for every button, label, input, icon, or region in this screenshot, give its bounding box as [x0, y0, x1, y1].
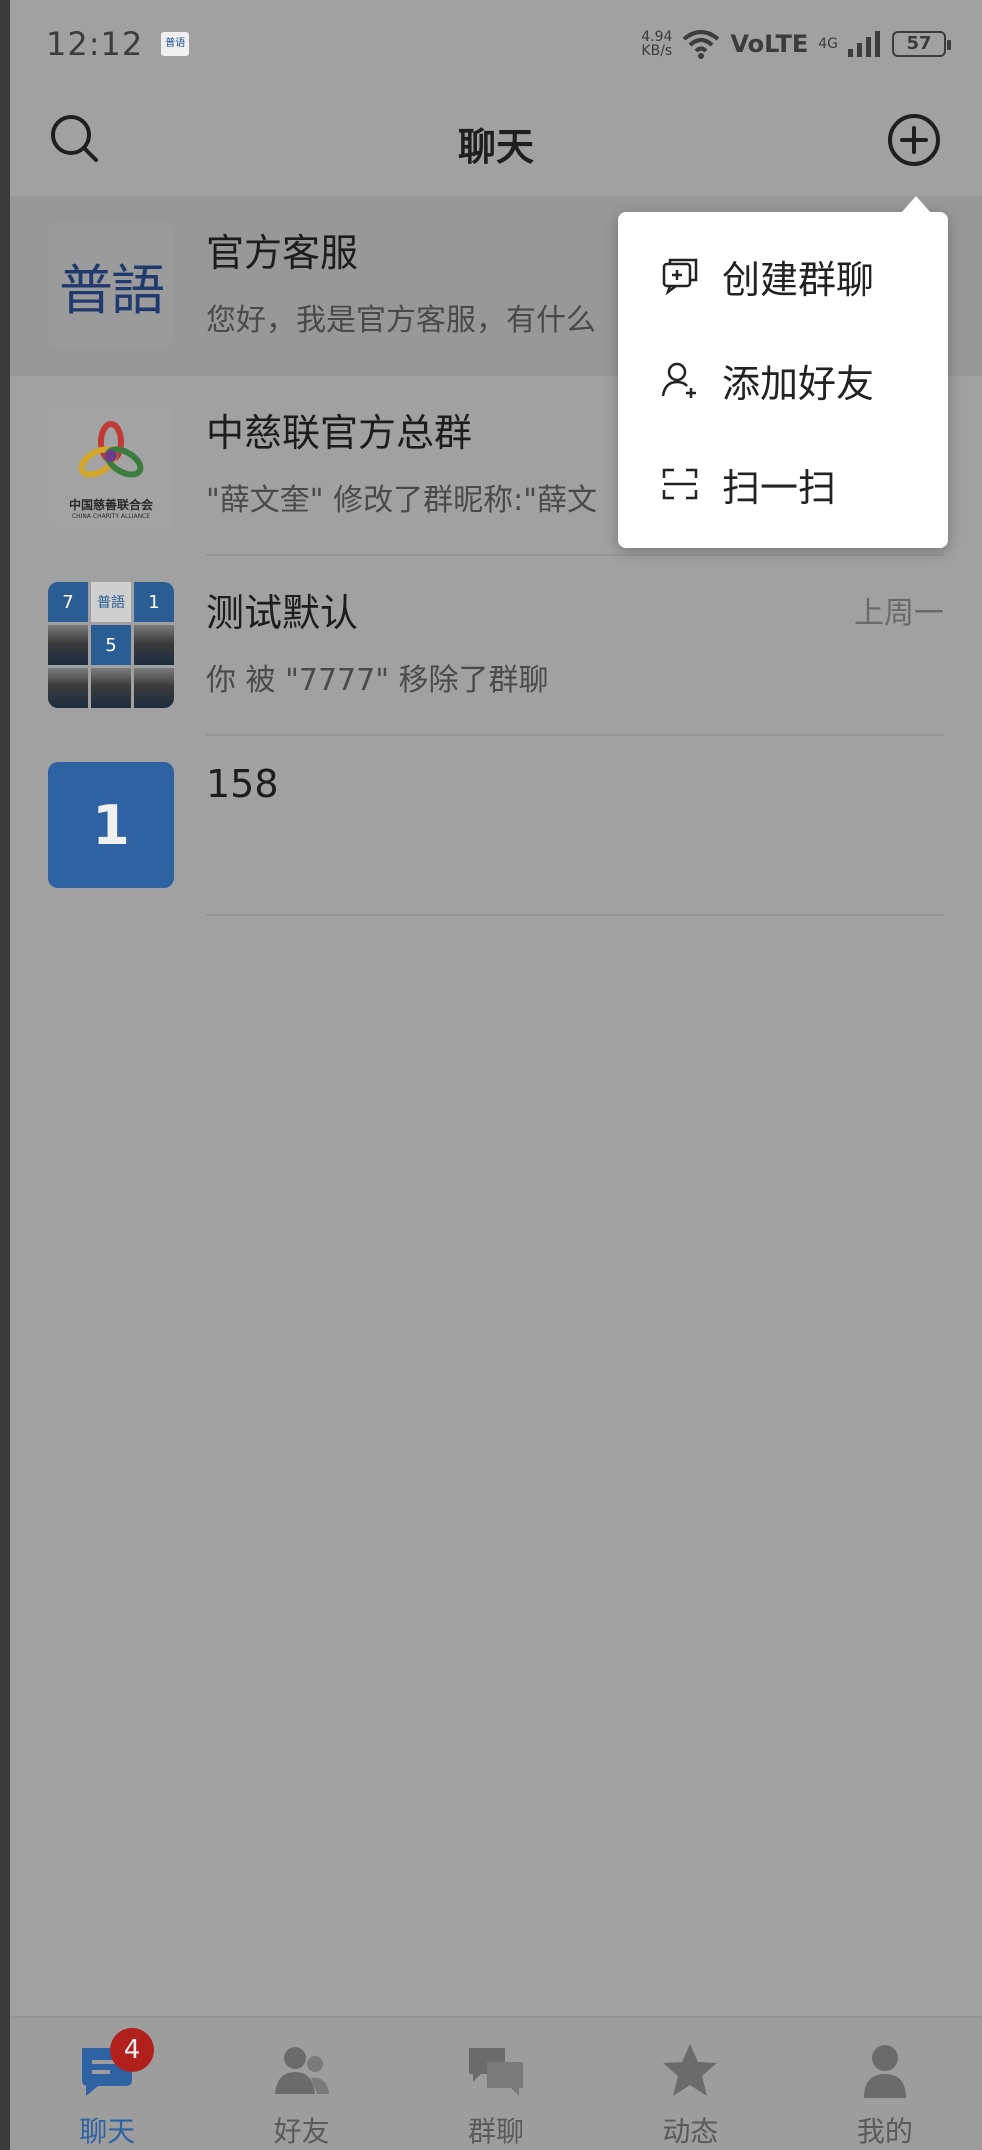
net-speed: 4.94 KB/s	[641, 30, 672, 58]
app-screen: 12:12 普语 4.94 KB/s VoLTE 4G 57 聊天 普語 官方客…	[10, 0, 982, 2150]
add-popup-menu: 创建群聊 添加好友 扫一扫	[618, 196, 948, 548]
chat-body: 测试默认 你 被 "7777" 移除了群聊 上周一	[206, 582, 944, 736]
avatar-text-cn: 中国慈善联合会	[68, 498, 153, 512]
avatar-text: 1	[92, 793, 130, 857]
avatar: 1	[48, 762, 174, 888]
menu-item-add-friend[interactable]: 添加好友	[618, 328, 948, 432]
charity-logo-icon	[78, 421, 144, 478]
volte-label: VoLTE	[730, 30, 809, 58]
friends-icon	[274, 2047, 329, 2094]
tab-friends[interactable]: 好友	[204, 2018, 398, 2150]
star-icon	[663, 2044, 718, 2096]
tab-me[interactable]: 我的	[788, 2018, 982, 2150]
avatar-photo	[48, 625, 88, 665]
avatar-text-en: CHINA CHARITY ALLIANCE	[71, 513, 151, 520]
signal-icon	[848, 31, 880, 57]
tab-label: 聊天	[79, 2115, 136, 2148]
wifi-icon	[683, 30, 720, 59]
status-time: 12:12	[46, 25, 144, 63]
create-group-icon	[662, 258, 698, 296]
tab-moments[interactable]: 动态	[593, 2018, 787, 2150]
chat-item-158[interactable]: 1 158	[10, 736, 982, 916]
add-friend-icon	[661, 362, 696, 398]
unread-badge: 4	[110, 2028, 154, 2072]
chat-body: 158	[206, 762, 944, 916]
chat-item-test-default[interactable]: 7 普語 1 5 测试默认 你 被 "7777" 移除了群聊 上周一	[10, 556, 982, 736]
avatar-photo	[48, 668, 88, 708]
menu-label: 添加好友	[722, 361, 875, 406]
avatar-cell: 1	[134, 582, 174, 622]
status-bar: 12:12 普语 4.94 KB/s VoLTE 4G 57	[10, 0, 982, 88]
menu-item-create-group[interactable]: 创建群聊	[618, 224, 948, 328]
avatar-cell: 5	[91, 625, 131, 665]
tab-label: 好友	[273, 2115, 330, 2148]
plus-circle-icon	[888, 114, 940, 166]
tab-label: 群聊	[468, 2115, 525, 2148]
app-header: 聊天	[10, 88, 982, 198]
bottom-tab-bar: 4 聊天 好友 群聊 动态 我的	[10, 2016, 982, 2150]
tab-chat[interactable]: 4 聊天	[10, 2018, 204, 2150]
avatar-text: 普語	[59, 258, 165, 322]
avatar-cell: 普語	[91, 582, 131, 622]
battery-indicator: 57	[892, 31, 951, 57]
network-gen: 4G	[818, 36, 838, 52]
avatar-photo	[91, 668, 131, 708]
chat-name: 测试默认	[206, 591, 359, 635]
add-menu-button[interactable]	[886, 112, 942, 168]
avatar-photo	[134, 625, 174, 665]
page-title: 聊天	[457, 124, 534, 169]
menu-item-scan[interactable]: 扫一扫	[618, 432, 948, 536]
search-icon	[51, 115, 98, 162]
avatar: 中国慈善联合会 CHINA CHARITY ALLIANCE	[48, 402, 174, 528]
chat-preview: 你 被 "7777" 移除了群聊	[206, 663, 549, 698]
tab-label: 我的	[856, 2115, 913, 2148]
net-speed-unit: KB/s	[641, 43, 673, 59]
menu-label: 扫一扫	[722, 465, 837, 510]
chat-name: 158	[206, 762, 279, 806]
search-button[interactable]	[48, 112, 104, 168]
group-chat-icon	[469, 2048, 524, 2096]
avatar-photo	[134, 668, 174, 708]
profile-icon	[863, 2045, 906, 2098]
avatar: 普語	[48, 222, 174, 348]
net-speed-value: 4.94	[641, 29, 673, 45]
popup-arrow	[902, 196, 930, 212]
app-notification-icon: 普语	[161, 32, 190, 56]
chat-time: 上周一	[854, 596, 944, 631]
scan-icon	[662, 468, 698, 500]
menu-label: 创建群聊	[722, 257, 875, 302]
tab-label: 动态	[662, 2115, 719, 2148]
status-indicators: 4.94 KB/s VoLTE 4G 57	[641, 29, 951, 59]
avatar-cell: 7	[48, 582, 88, 622]
tab-group-chat[interactable]: 群聊	[399, 2018, 593, 2150]
avatar: 7 普語 1 5	[48, 582, 174, 708]
